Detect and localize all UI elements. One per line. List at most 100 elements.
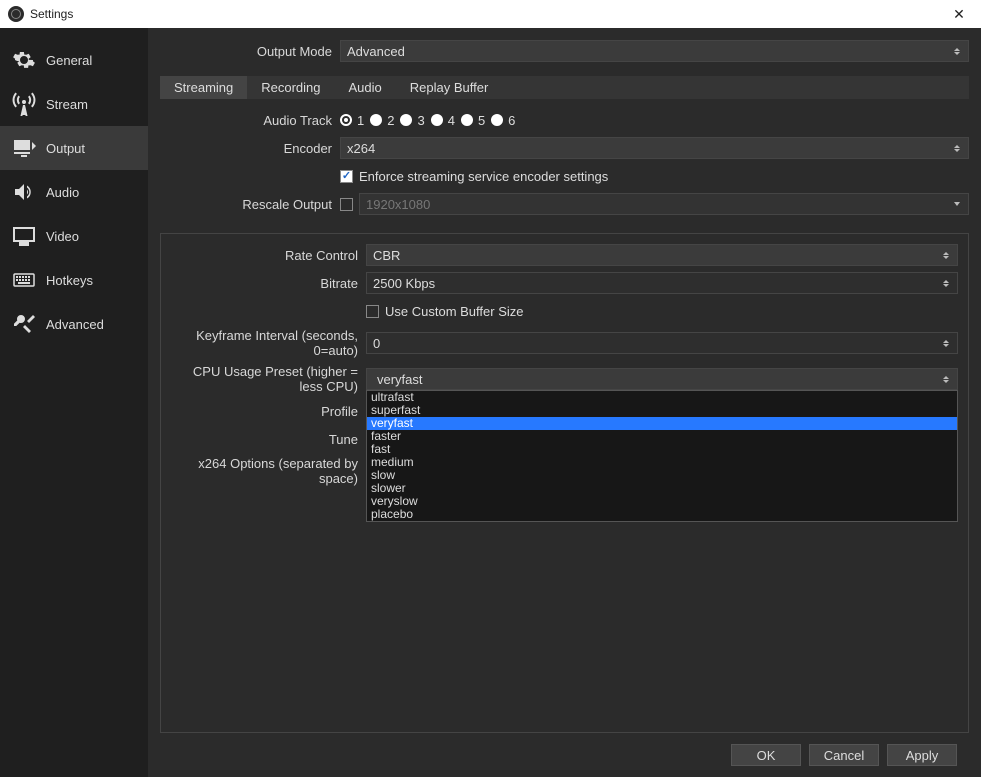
audio-track-radio-1[interactable]: 1 [340,113,364,128]
dropdown-option[interactable]: superfast [367,404,957,417]
radio-icon [340,114,352,126]
sidebar-item-label: Audio [46,185,79,200]
enforce-label: Enforce streaming service encoder settin… [359,169,608,184]
keyframe-value: 0 [373,336,380,351]
rescale-placeholder: 1920x1080 [366,197,430,212]
monitor-arrow-icon [12,136,36,160]
dropdown-option[interactable]: slow [367,469,957,482]
profile-label: Profile [171,404,366,419]
custom-buffer-checkbox[interactable] [366,305,379,318]
enforce-checkbox[interactable] [340,170,353,183]
close-icon[interactable]: ✕ [945,6,973,23]
radio-label: 4 [448,113,455,128]
radio-label: 3 [417,113,424,128]
radio-icon [400,114,412,126]
sidebar-item-hotkeys[interactable]: Hotkeys [0,258,148,302]
radio-icon [370,114,382,126]
radio-icon [491,114,503,126]
dropdown-option[interactable]: veryslow [367,495,957,508]
dropdown-option[interactable]: placebo [367,508,957,521]
rescale-select[interactable]: 1920x1080 [359,193,969,215]
output-mode-value: Advanced [347,44,405,59]
spinner-icon [939,333,953,353]
tab-audio[interactable]: Audio [335,76,396,99]
audio-track-radio-6[interactable]: 6 [491,113,515,128]
option-label: superfast [371,403,420,417]
sidebar-item-label: Hotkeys [46,273,93,288]
tab-label: Audio [349,80,382,95]
tab-label: Streaming [174,80,233,95]
output-tabs: Streaming Recording Audio Replay Buffer [160,76,969,99]
chevron-updown-icon [939,369,953,389]
window-title: Settings [30,7,73,21]
keyframe-input[interactable]: 0 [366,332,958,354]
button-label: OK [757,748,776,763]
dropdown-option[interactable]: faster [367,430,957,443]
bitrate-input[interactable]: 2500 Kbps [366,272,958,294]
sidebar-item-general[interactable]: General [0,38,148,82]
sidebar-item-label: Advanced [46,317,104,332]
bitrate-label: Bitrate [171,276,366,291]
sidebar-item-label: Output [46,141,85,156]
spinner-icon [939,273,953,293]
titlebar: Settings ✕ [0,0,981,28]
tab-label: Replay Buffer [410,80,489,95]
x264-options-label: x264 Options (separated by space) [171,456,366,486]
dropdown-option[interactable]: slower [367,482,957,495]
cpu-preset-label: CPU Usage Preset (higher = less CPU) [171,364,366,394]
radio-label: 6 [508,113,515,128]
audio-track-label: Audio Track [160,113,340,128]
audio-track-radio-5[interactable]: 5 [461,113,485,128]
audio-track-radio-4[interactable]: 4 [431,113,455,128]
encoder-label: Encoder [160,141,340,156]
encoder-select[interactable]: x264 [340,137,969,159]
sidebar: General Stream Output Audio Video Hotkey… [0,28,148,777]
chevron-down-icon [950,194,964,214]
rate-control-select[interactable]: CBR [366,244,958,266]
dropdown-option[interactable]: veryfast [367,417,957,430]
dropdown-option[interactable]: medium [367,456,957,469]
sidebar-item-output[interactable]: Output [0,126,148,170]
output-mode-select[interactable]: Advanced [340,40,969,62]
dropdown-option[interactable]: fast [367,443,957,456]
output-mode-label: Output Mode [160,44,340,59]
sidebar-item-label: General [46,53,92,68]
tune-label: Tune [171,432,366,447]
rate-control-value: CBR [373,248,400,263]
keyframe-label: Keyframe Interval (seconds, 0=auto) [171,328,366,358]
monitor-icon [12,224,36,248]
sidebar-item-stream[interactable]: Stream [0,82,148,126]
dropdown-option[interactable]: ultrafast [367,391,957,404]
keyboard-icon [12,268,36,292]
tools-icon [12,312,36,336]
button-label: Apply [906,748,939,763]
cpu-preset-value: veryfast [373,372,423,387]
audio-track-radios: 1 2 3 4 5 6 [340,113,969,128]
option-label: slow [371,468,395,482]
option-label: medium [371,455,414,469]
chevron-updown-icon [939,245,953,265]
tab-recording[interactable]: Recording [247,76,334,99]
sidebar-item-audio[interactable]: Audio [0,170,148,214]
rate-control-label: Rate Control [171,248,366,263]
dialog-footer: OK Cancel Apply [160,733,969,777]
encoder-settings-panel: Rate Control CBR Bitrate 2500 Kbps [160,233,969,733]
option-label: placebo [371,507,413,521]
tab-replay-buffer[interactable]: Replay Buffer [396,76,503,99]
sidebar-item-video[interactable]: Video [0,214,148,258]
audio-track-radio-3[interactable]: 3 [400,113,424,128]
ok-button[interactable]: OK [731,744,801,766]
chevron-updown-icon [950,41,964,61]
tab-streaming[interactable]: Streaming [160,76,247,99]
audio-track-radio-2[interactable]: 2 [370,113,394,128]
sidebar-item-label: Stream [46,97,88,112]
apply-button[interactable]: Apply [887,744,957,766]
sidebar-item-advanced[interactable]: Advanced [0,302,148,346]
cancel-button[interactable]: Cancel [809,744,879,766]
radio-label: 1 [357,113,364,128]
option-label: fast [371,442,390,456]
rescale-label: Rescale Output [160,197,340,212]
rescale-checkbox[interactable] [340,198,353,211]
radio-icon [461,114,473,126]
cpu-preset-select[interactable]: veryfast [366,368,958,390]
